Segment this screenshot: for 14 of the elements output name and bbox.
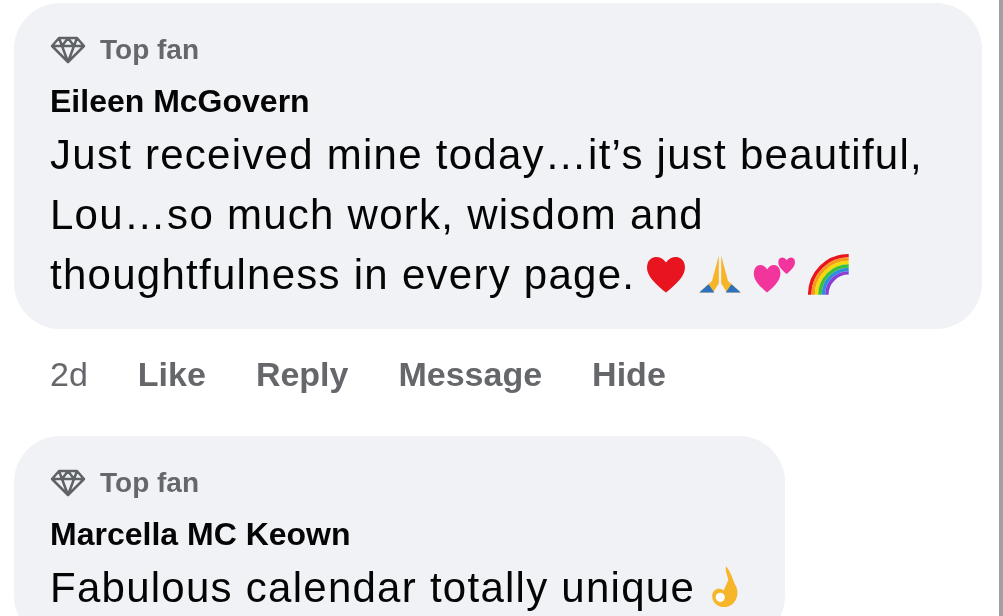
comment-time: 2d bbox=[50, 354, 88, 395]
comment-action[interactable]: Message bbox=[398, 349, 543, 400]
comment-text: Fabulous calendar totally unique bbox=[50, 558, 750, 616]
comment-text: Just received mine today…it’s just beautiful, Lou…so much work, wisdom and thoughtfulness in every page. bbox=[50, 130, 924, 300]
comment-action[interactable]: Like bbox=[137, 349, 206, 400]
rainbow-icon bbox=[805, 251, 852, 297]
author-name[interactable]: Eileen McGovern bbox=[50, 81, 946, 121]
top-fan-label: Top fan bbox=[100, 33, 199, 67]
comment-action[interactable]: Reply bbox=[255, 349, 349, 400]
top-fan-label: Top fan bbox=[100, 466, 199, 500]
comment-action[interactable]: Hide bbox=[592, 349, 666, 400]
diamond-icon bbox=[50, 36, 86, 64]
author-name[interactable]: Marcella MC Keown bbox=[50, 514, 750, 554]
diamond-icon bbox=[50, 469, 86, 497]
